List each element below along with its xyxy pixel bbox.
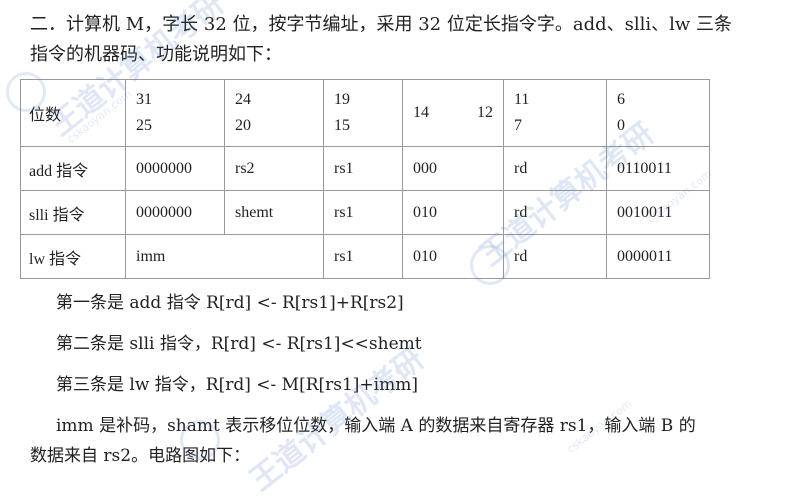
description-add: 第一条是 add 指令 R[rd] <- R[rs1]+R[rs2]: [56, 293, 404, 313]
bit-lo: 20: [235, 117, 251, 134]
bit-lo: 25: [136, 117, 152, 134]
question-intro: 二．计算机 M，字长 32 位，按字节编址，采用 32 位定长指令字。add、s…: [30, 10, 790, 70]
funct7-cell: 0000000: [125, 146, 225, 191]
rs1-cell: rs1: [323, 234, 403, 279]
bit-lo: 15: [334, 117, 350, 134]
operand-note-line-2: 数据来自 rs2。电路图如下：: [30, 446, 251, 466]
bits-19-15-cell: 19 15: [323, 79, 403, 147]
bit-hi: 24: [235, 91, 251, 108]
bits-14-12-cell: 14 12: [402, 79, 504, 147]
table-row-slli: slli 指令 0000000 shemt rs1 010 rd 0010011: [20, 190, 710, 235]
shamt-cell: shemt: [224, 190, 324, 235]
description-lw: 第三条是 lw 指令，R[rd] <- M[R[rs1]+imm]: [56, 375, 418, 395]
table-header-row: 位数 31 25 24 20 19 15 14 12 11 7 6 0: [20, 79, 710, 147]
instruction-format-table: 位数 31 25 24 20 19 15 14 12 11 7 6 0 add …: [20, 79, 710, 279]
table-row-lw: lw 指令 imm rs1 010 rd 0000011: [20, 234, 710, 279]
bits-31-25-cell: 31 25: [125, 79, 225, 147]
bit-hi: 6: [617, 91, 625, 108]
rd-cell: rd: [503, 190, 607, 235]
rs1-cell: rs1: [323, 146, 403, 191]
rs2-cell: rs2: [224, 146, 324, 191]
funct3-cell: 010: [402, 190, 504, 235]
row-label: slli 指令: [20, 190, 126, 235]
bit-lo: 12: [477, 104, 493, 121]
bit-lo: 0: [617, 117, 625, 134]
row-label: add 指令: [20, 146, 126, 191]
document-page: 二．计算机 M，字长 32 位，按字节编址，采用 32 位定长指令字。add、s…: [0, 0, 806, 498]
intro-line-2: 指令的机器码、功能说明如下：: [30, 44, 282, 65]
instruction-descriptions: 第一条是 add 指令 R[rd] <- R[rs1]+R[rs2] 第二条是 …: [30, 283, 790, 471]
rd-cell: rd: [503, 234, 607, 279]
bits-6-0-cell: 6 0: [606, 79, 710, 147]
description-slli: 第二条是 slli 指令，R[rd] <- R[rs1]<<shemt: [56, 334, 422, 354]
funct3-cell: 000: [402, 146, 504, 191]
bit-hi: 11: [514, 91, 530, 108]
row-label: lw 指令: [20, 234, 126, 279]
bit-hi: 14: [413, 104, 429, 121]
table-row-add: add 指令 0000000 rs2 rs1 000 rd 0110011: [20, 146, 710, 191]
opcode-cell: 0110011: [606, 146, 710, 191]
funct7-cell: 0000000: [125, 190, 225, 235]
opcode-cell: 0000011: [606, 234, 710, 279]
intro-line-1: 二．计算机 M，字长 32 位，按字节编址，采用 32 位定长指令字。add、s…: [30, 14, 733, 35]
bit-hi: 19: [334, 91, 350, 108]
bits-11-7-cell: 11 7: [503, 79, 607, 147]
header-label: 位数: [29, 107, 62, 124]
bits-24-20-cell: 24 20: [224, 79, 324, 147]
bit-hi: 31: [136, 91, 152, 108]
imm-cell: imm: [125, 234, 324, 279]
opcode-cell: 0010011: [606, 190, 710, 235]
bit-lo: 7: [514, 117, 522, 134]
funct3-cell: 010: [402, 234, 504, 279]
rd-cell: rd: [503, 146, 607, 191]
rs1-cell: rs1: [323, 190, 403, 235]
header-label-cell: 位数: [20, 79, 126, 147]
operand-note-line-1: imm 是补码，shamt 表示移位位数，输入端 A 的数据来自寄存器 rs1，…: [56, 416, 696, 436]
